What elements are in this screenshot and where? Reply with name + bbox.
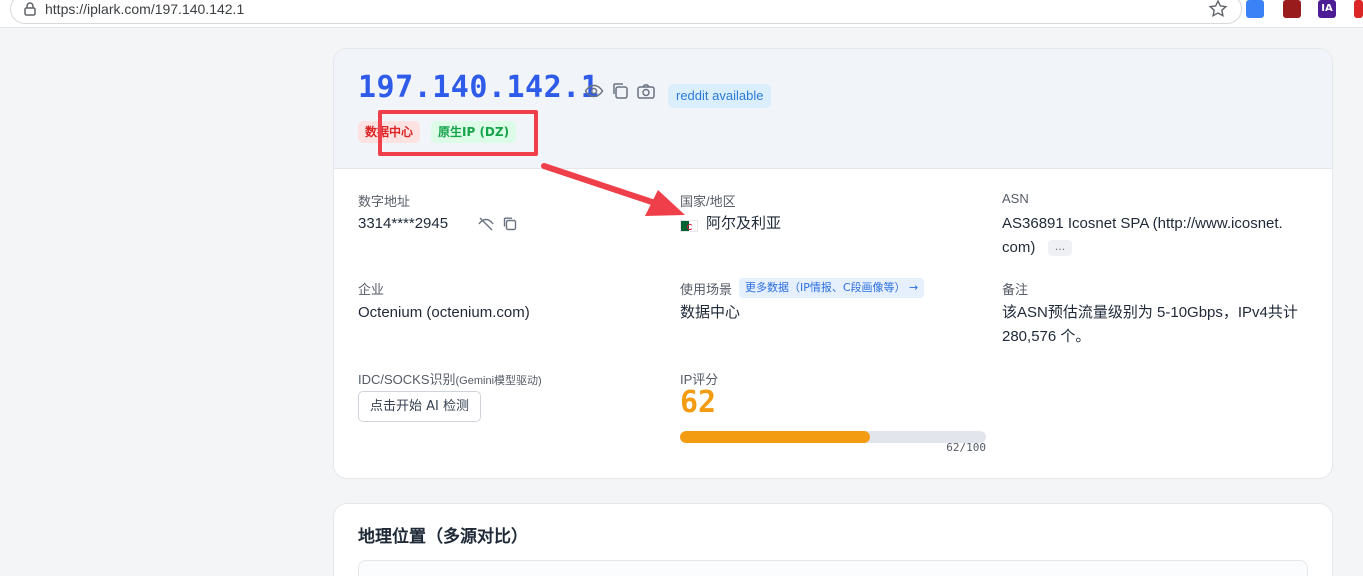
eye-off-icon[interactable] [477,215,495,233]
geo-source-row [358,560,1308,576]
extension-red-icon[interactable] [1354,0,1363,18]
ip-score-fraction: 62/100 [946,441,986,454]
usage-value: 数据中心 [680,304,741,321]
extension-shield-icon[interactable] [1283,0,1301,18]
company-value: Octenium (octenium.com) [358,304,530,321]
usage-label: 使用场景 [680,282,733,297]
asn-more-button[interactable]: ... [1048,240,1072,256]
numeric-address-value: 3314****2945 [358,215,449,232]
note-label: 备注 [1002,282,1029,297]
geo-location-card: 地理位置（多源对比） [333,503,1333,576]
extension-photo-icon[interactable] [1246,0,1264,18]
country-value: 阿尔及利亚 [706,215,782,232]
copy-numeric-icon[interactable] [501,215,519,233]
asn-value-line2: com) [1002,239,1036,256]
asn-label: ASN [1002,191,1029,206]
bookmark-star-icon[interactable] [1208,0,1228,19]
numeric-address-label: 数字地址 [358,194,411,209]
browser-toolbar: https://iplark.com/197.140.142.1 IA [0,0,1363,28]
annotation-highlight-box [378,110,538,156]
asn-value-line1: AS36891 Icosnet SPA (http://www.icosnet. [1002,215,1283,232]
url-text[interactable]: https://iplark.com/197.140.142.1 [45,0,244,18]
extension-ia-icon[interactable]: IA [1318,0,1336,18]
idc-label-sub: (Gemini模型驱动) [455,375,542,387]
company-label: 企业 [358,282,385,297]
reddit-status-badge: reddit available [668,84,772,108]
ip-address-title: 197.140.142.1 [358,70,600,105]
ip-score-bar-fill [680,431,870,443]
idc-detection-label: IDC/SOCKS识别(Gemini模型驱动) [358,369,542,388]
eye-icon[interactable] [584,81,604,101]
note-value-line2: 280,576 个。 [1002,328,1091,345]
note-value-line1: 该ASN预估流量级别为 5-10Gbps，IPv4共计 [1002,304,1298,321]
algeria-flag-icon [680,220,698,232]
start-ai-detection-button[interactable]: 点击开始 AI 检测 [358,391,481,422]
annotation-arrow-icon [541,163,685,216]
camera-icon[interactable] [636,81,656,101]
idc-label-text: IDC/SOCKS识别 [358,372,456,387]
more-data-link[interactable]: 更多数据（IP情报、C段画像等） → [739,278,925,298]
copy-icon[interactable] [610,81,630,101]
geo-location-title: 地理位置（多源对比） [358,527,528,547]
lock-icon[interactable] [22,1,38,17]
ip-score-value: 62 [680,385,717,420]
